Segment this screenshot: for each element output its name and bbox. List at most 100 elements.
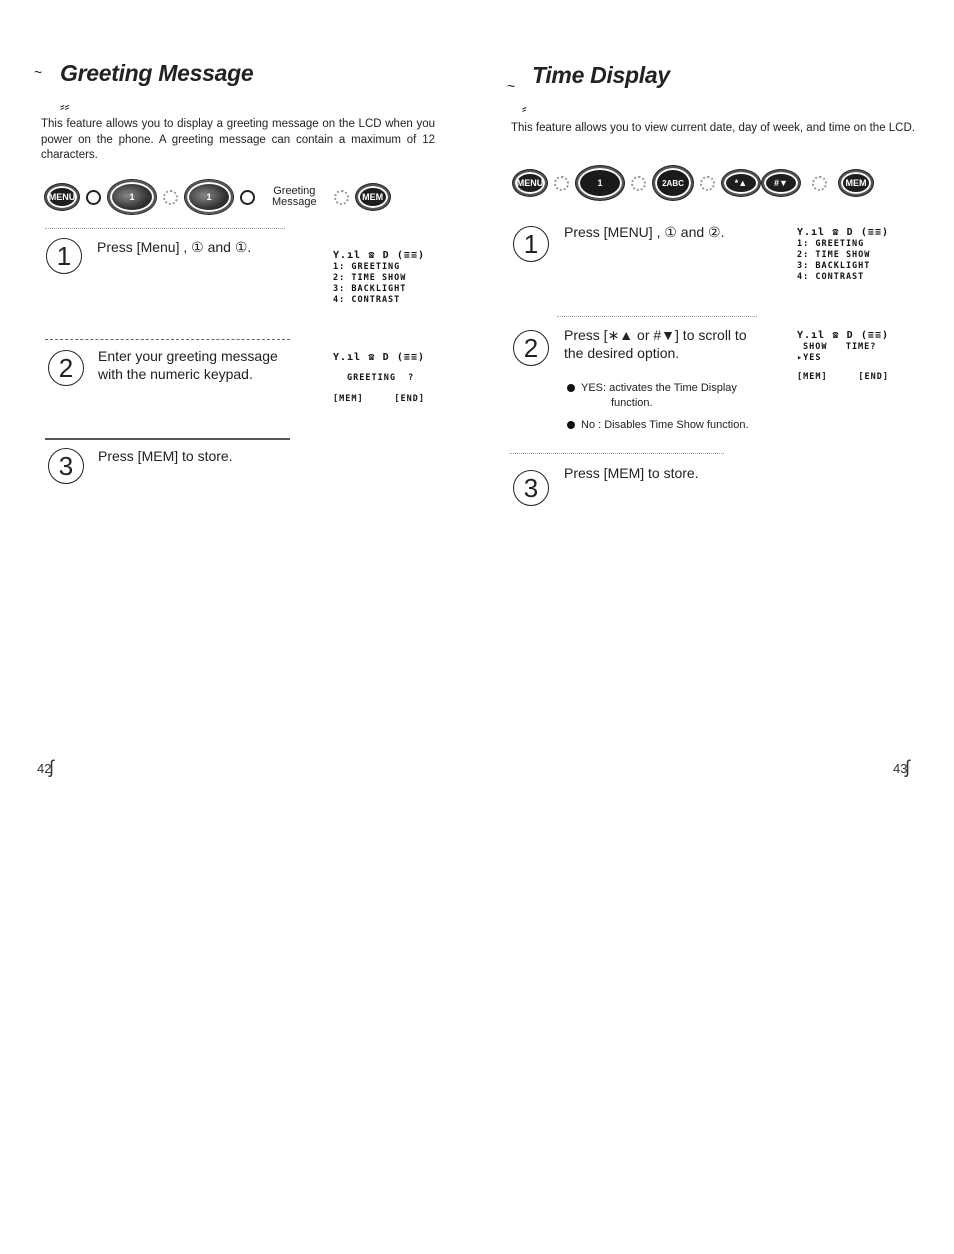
lcd-screen-menu: Y.ıl ☎ D (≡≡) 1: GREETING 2: TIME SHOW 3… (797, 227, 889, 283)
softkey-end: [END] (858, 372, 889, 382)
step-number-2: 2 (48, 350, 84, 386)
lcd-softkeys: [MEM] [END] (333, 394, 425, 405)
key-sequence: MENU 1 1 Greeting Message MEM (45, 180, 390, 214)
signal-icon: Y.ıl (333, 250, 362, 261)
title-flourish-icon: ⸗⸗ (60, 98, 70, 114)
lcd-screen-menu: Y.ıl ☎ D (≡≡) 1: GREETING 2: TIME SHOW 3… (333, 250, 425, 306)
key-sequence: MENU 1 2ABC *▲ #▼ MEM (513, 166, 873, 200)
softkey-mem: [MEM] (333, 394, 364, 404)
d-icon: D (382, 352, 390, 363)
divider (509, 453, 724, 454)
greeting-message-label: Greeting Message (272, 186, 317, 208)
lcd-line: 2: TIME SHOW (333, 273, 407, 283)
softkey-end: [END] (394, 394, 425, 404)
divider (557, 316, 757, 317)
battery-icon: (≡≡) (860, 330, 889, 341)
page-swirl-icon: ʃ (905, 757, 910, 777)
bullet-dot-icon (567, 384, 575, 392)
lcd-line: 1: GREETING (797, 239, 865, 249)
d-icon: D (846, 330, 854, 341)
phone-icon: ☎ (832, 330, 840, 341)
lcd-line: SHOW TIME? (803, 342, 877, 352)
battery-icon: (≡≡) (860, 227, 889, 238)
page-number: 42ʃ (37, 757, 53, 778)
lcd-status-bar: Y.ıl ☎ D (≡≡) (333, 352, 425, 363)
mem-key-icon: MEM (839, 170, 873, 196)
step-3-text: Press [MEM] to store. (98, 448, 233, 464)
phone-icon: ☎ (368, 250, 376, 261)
step-3-text: Press [MEM] to store. (564, 465, 699, 481)
bullet-no-text: No : Disables Time Show function. (581, 419, 749, 431)
lcd-status-bar: Y.ıl ☎ D (≡≡) (333, 250, 425, 261)
lcd-line: 3: BACKLIGHT (797, 261, 871, 271)
one-key-icon: 1 (185, 180, 233, 214)
intro-text: This feature allows you to display a gre… (41, 118, 435, 161)
page-title: Time Display (532, 62, 670, 88)
divider (45, 228, 285, 229)
title-flourish-icon: ⸗ (522, 100, 527, 116)
signal-icon: Y.ıl (797, 330, 826, 341)
page-number: 43ʃ (893, 757, 909, 778)
signal-icon: Y.ıl (333, 352, 362, 363)
menu-key-icon: MENU (45, 184, 79, 210)
lcd-status-bar: Y.ıl ☎ D (≡≡) (797, 330, 889, 341)
arrow-icon (163, 189, 178, 205)
step-2-text: Enter your greeting message with the num… (98, 348, 278, 382)
step-number-3: 3 (513, 470, 549, 506)
lcd-line-yes: ▸YES (797, 353, 822, 363)
phone-icon: ☎ (832, 227, 840, 238)
mem-key-icon: MEM (355, 184, 390, 210)
page-swirl-icon: ʃ (49, 757, 54, 777)
lcd-line: 3: BACKLIGHT (333, 284, 407, 294)
arrow-icon (240, 189, 255, 205)
lcd-screen-greeting: Y.ıl ☎ D (≡≡) GREETING ? [MEM] [END] (333, 352, 425, 405)
battery-icon: (≡≡) (396, 250, 425, 261)
arrow-icon (631, 175, 646, 191)
phone-icon: ☎ (368, 352, 376, 363)
left-page: ~ Greeting Message ⸗⸗ This feature allow… (0, 0, 477, 1254)
step-number-2: 2 (513, 330, 549, 366)
softkey-mem: [MEM] (797, 372, 828, 382)
bullet-no: No : Disables Time Show function. (567, 418, 749, 433)
step-number-1: 1 (46, 238, 82, 274)
title-flourish-icon: ~ (34, 64, 43, 80)
divider (45, 339, 290, 340)
divider (45, 438, 290, 440)
arrow-icon (554, 175, 569, 191)
d-icon: D (846, 227, 854, 238)
menu-key-icon: MENU (513, 170, 547, 196)
lcd-softkeys: [MEM] [END] (797, 372, 889, 383)
arrow-icon (86, 189, 101, 205)
step-number-1: 1 (513, 226, 549, 262)
intro-text: This feature allows you to view current … (511, 122, 915, 134)
lcd-line: 4: CONTRAST (797, 272, 865, 282)
arrow-icon (812, 175, 827, 191)
step-1-text: Press [MENU] , ① and ②. (564, 224, 725, 240)
step-number-3: 3 (48, 448, 84, 484)
arrow-icon (333, 189, 349, 205)
hash-down-key-icon: #▼ (762, 170, 800, 196)
lcd-line: 4: CONTRAST (333, 295, 401, 305)
battery-icon: (≡≡) (396, 352, 425, 363)
bullet-yes: YES: activates the Time Display function… (567, 381, 737, 411)
bullet-dot-icon (567, 421, 575, 429)
step-1-text: Press [Menu] , ① and ①. (97, 239, 252, 255)
lcd-screen-time-show: Y.ıl ☎ D (≡≡) SHOW TIME? ▸YES [MEM] [END… (797, 330, 889, 383)
lcd-line: 2: TIME SHOW (797, 250, 871, 260)
signal-icon: Y.ıl (797, 227, 826, 238)
title-flourish-icon: ~ (507, 78, 516, 94)
step-2-text: Press [∗▲ or #▼] to scroll to the desire… (564, 327, 747, 361)
bullet-yes-text: YES: activates the Time Display (581, 382, 737, 394)
lcd-line: GREETING ? (347, 373, 415, 383)
lcd-line: 1: GREETING (333, 262, 401, 272)
arrow-icon (700, 175, 715, 191)
greeting-label-line2: Message (272, 196, 317, 208)
d-icon: D (382, 250, 390, 261)
lcd-status-bar: Y.ıl ☎ D (≡≡) (797, 227, 889, 238)
bullet-yes-cont: function. (611, 397, 653, 409)
page-title: Greeting Message (60, 60, 254, 86)
two-abc-key-icon: 2ABC (653, 166, 693, 200)
one-key-icon: 1 (108, 180, 156, 214)
one-key-icon: 1 (576, 166, 624, 200)
star-up-key-icon: *▲ (722, 170, 760, 196)
